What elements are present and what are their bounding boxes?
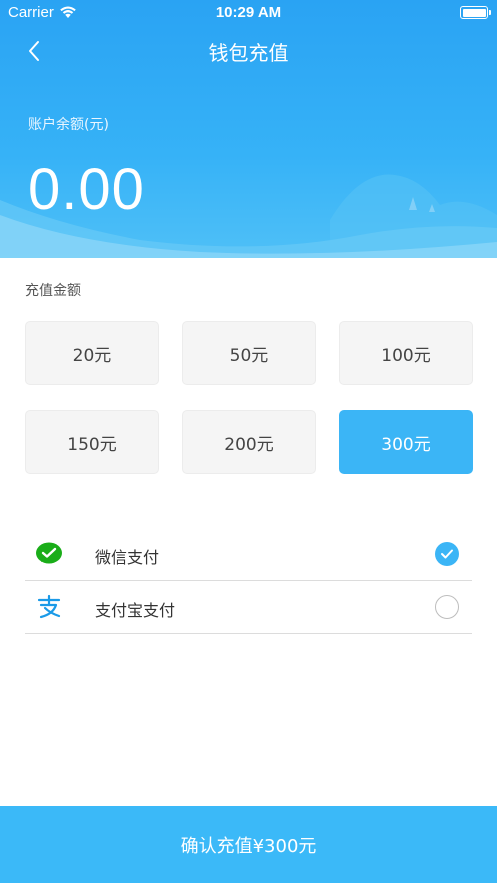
payment-label-alipay: 支付宝支付 xyxy=(95,601,176,620)
amount-option-150[interactable]: 150元 xyxy=(25,410,159,474)
amount-option-100[interactable]: 100元 xyxy=(339,321,473,385)
balance-label: 账户余额(元) xyxy=(28,117,109,133)
divider xyxy=(25,633,472,634)
balance-value: 0.00 xyxy=(28,157,145,222)
payment-option-alipay[interactable]: 支付宝支付 xyxy=(25,581,472,634)
payment-option-wechat[interactable]: 微信支付 xyxy=(25,528,472,581)
status-bar: Carrier 10:29 AM xyxy=(0,0,497,26)
radio-unchecked-icon[interactable] xyxy=(435,595,459,619)
amount-option-20[interactable]: 20元 xyxy=(25,321,159,385)
amount-option-300-selected[interactable]: 300元 xyxy=(339,410,473,474)
amount-section-title: 充值金额 xyxy=(25,283,81,299)
amount-option-50[interactable]: 50元 xyxy=(182,321,316,385)
header: Carrier 10:29 AM 钱包充值 账户余额(元) 0.00 xyxy=(0,0,497,258)
status-time: 10:29 AM xyxy=(215,4,282,21)
page-title: 钱包充值 xyxy=(208,41,289,65)
payment-label-wechat: 微信支付 xyxy=(95,548,160,567)
radio-checked-icon[interactable] xyxy=(435,542,459,566)
wechat-pay-icon xyxy=(36,542,62,564)
amount-option-200[interactable]: 200元 xyxy=(182,410,316,474)
confirm-recharge-button[interactable]: 确认充值¥300元 xyxy=(0,806,497,883)
alipay-icon xyxy=(37,594,61,619)
battery-icon xyxy=(460,6,491,19)
